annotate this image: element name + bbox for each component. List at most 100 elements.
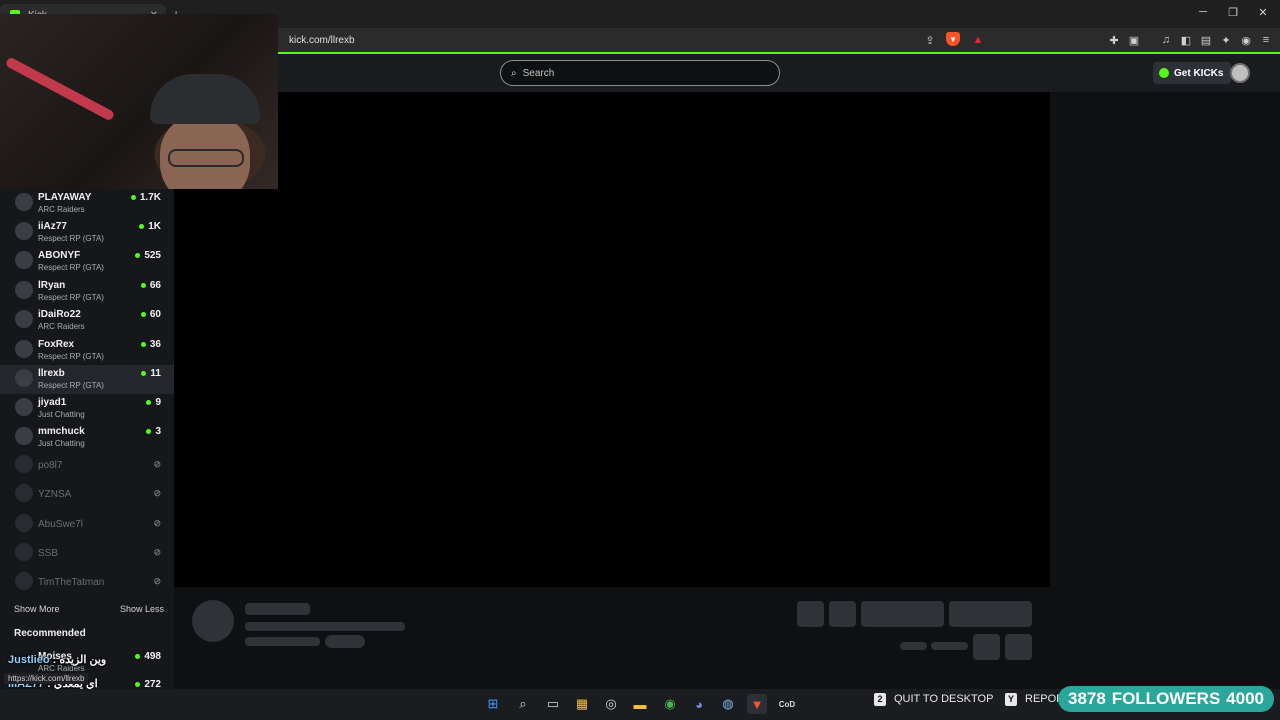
leo-ai-icon[interactable]: ✦ xyxy=(1218,32,1234,48)
live-dot-icon xyxy=(139,224,145,229)
quit-key: 2 xyxy=(874,692,886,706)
sidebar-channel[interactable]: lRyan Respect RP (GTA) 66 xyxy=(0,277,174,306)
channel-avatar xyxy=(15,484,33,502)
channel-avatar xyxy=(15,543,33,561)
task-view-icon[interactable]: ▭ xyxy=(543,694,563,714)
stat-placeholder xyxy=(900,642,927,650)
channel-category: ARC Raiders xyxy=(38,205,85,214)
menu-icon[interactable]: ≡ xyxy=(1258,32,1274,48)
channel-name: TimTheTatman xyxy=(38,577,105,588)
extensions-icon[interactable]: ✚ xyxy=(1106,32,1122,48)
close-window-icon[interactable]: ✕ xyxy=(1248,6,1278,19)
tag-placeholder xyxy=(325,635,365,648)
channel-avatar xyxy=(15,193,33,211)
channel-avatar xyxy=(15,572,33,590)
sidebar-channel[interactable]: iDaiRo22 ARC Raiders 60 xyxy=(0,306,174,335)
show-more-button[interactable]: Show More xyxy=(14,604,60,614)
channel-name: mmchuck xyxy=(38,426,85,437)
channel-category: Just Chatting xyxy=(38,410,85,419)
sidebar-channel[interactable]: FoxRex Respect RP (GTA) 36 xyxy=(0,336,174,365)
viewer-count-text: 498 xyxy=(144,651,161,662)
steam-icon[interactable]: ◍ xyxy=(718,694,738,714)
channel-avatar xyxy=(15,514,33,532)
followers-goal: 4000 xyxy=(1226,689,1264,708)
live-dot-icon xyxy=(140,283,146,288)
viewer-count-text: 36 xyxy=(149,339,161,350)
followers-current: 3878 xyxy=(1068,689,1106,708)
address-bar[interactable]: ⚙ kick.com/llrexb xyxy=(270,30,990,50)
sidebar-toggle-icon[interactable]: ◧ xyxy=(1178,32,1194,48)
minimize-icon[interactable]: ─ xyxy=(1188,6,1218,18)
viewer-count: 498 xyxy=(135,651,161,662)
action-placeholder xyxy=(861,601,944,627)
channel-name: lRyan xyxy=(38,280,66,291)
brave-rewards-icon[interactable]: ▲ xyxy=(970,32,986,48)
call-of-duty-icon[interactable]: CoD xyxy=(777,694,797,714)
get-kicks-button[interactable]: Get KICKs xyxy=(1153,62,1232,84)
report-key: Y xyxy=(1005,692,1017,706)
show-less-button[interactable]: Show Less xyxy=(120,604,164,614)
sidebar-channel[interactable]: iiAz77 Respect RP (GTA) 1K xyxy=(0,218,174,247)
channel-avatar xyxy=(15,281,33,299)
sidebar-channel[interactable]: po8l7 ⊘ xyxy=(0,451,174,480)
stream-info-area xyxy=(174,587,1050,689)
quit-label: QUIT TO DESKTOP xyxy=(894,693,994,705)
viewer-count: 3 xyxy=(146,426,161,437)
live-dot-icon xyxy=(135,654,141,659)
file-explorer-icon[interactable]: ▬ xyxy=(630,694,650,714)
sidebar-channel[interactable]: ABONYF Respect RP (GTA) 525 xyxy=(0,247,174,276)
viewer-count: 11 xyxy=(141,368,161,379)
chrome-icon[interactable]: ◉ xyxy=(660,694,680,714)
viewer-count: 525 xyxy=(135,250,161,261)
action-placeholder xyxy=(973,634,1000,660)
discord-icon[interactable]: ◕ xyxy=(689,694,709,714)
channel-avatar xyxy=(15,222,33,240)
stat-placeholder xyxy=(931,642,968,650)
sidebar-channel[interactable]: TimTheTatman ⊘ xyxy=(0,568,174,597)
search-input[interactable]: ⌕ Search xyxy=(500,60,780,86)
vpn-icon[interactable]: ◉ xyxy=(1238,32,1254,48)
live-dot-icon xyxy=(140,312,146,317)
live-dot-icon xyxy=(146,400,152,405)
sidebar-channel[interactable]: llrexb Respect RP (GTA) 11 xyxy=(0,365,174,394)
maximize-icon[interactable]: ❐ xyxy=(1218,6,1248,19)
status-bar-url: https://kick.com/llrexb xyxy=(4,673,89,684)
app-icon[interactable]: ◎ xyxy=(601,694,621,714)
sidebar-channel[interactable]: PLAYAWAY ARC Raiders 1.7K xyxy=(0,189,174,218)
chat-text: وين الزيده xyxy=(59,654,107,666)
chat-panel xyxy=(1050,92,1280,689)
share-icon[interactable]: ⇪ xyxy=(922,32,938,48)
channel-category: ARC Raiders xyxy=(38,322,85,331)
sidebar-channel[interactable]: mmchuck Just Chatting 3 xyxy=(0,423,174,452)
report-hint: Y REPOR xyxy=(1005,691,1064,707)
streamer-cap xyxy=(150,74,260,124)
viewer-count-text: 1.7K xyxy=(139,192,161,203)
sidebar-channel[interactable]: jiyad1 Just Chatting 9 xyxy=(0,394,174,423)
followers-goal-bar: 3878 FOLLOWERS 4000 xyxy=(1058,686,1274,712)
video-player[interactable] xyxy=(174,92,1050,587)
viewer-count: 66 xyxy=(140,280,161,291)
search-icon[interactable]: ⌕ xyxy=(513,694,533,714)
channel-category: Respect RP (GTA) xyxy=(38,381,104,390)
brave-icon[interactable]: ▼ xyxy=(747,694,767,714)
channel-avatar xyxy=(15,427,33,445)
channel-category: Respect RP (GTA) xyxy=(38,293,104,302)
store-icon[interactable]: ▦ xyxy=(572,694,592,714)
user-avatar[interactable] xyxy=(1230,63,1250,83)
start-icon[interactable]: ⊞ xyxy=(483,694,503,714)
live-dot-icon xyxy=(130,195,136,200)
brave-shield-icon[interactable]: ▼ xyxy=(946,32,960,46)
viewer-count-text: 66 xyxy=(149,280,161,291)
channel-avatar xyxy=(15,310,33,328)
streamer-avatar-placeholder xyxy=(192,600,234,642)
screenshot-icon[interactable]: ▣ xyxy=(1126,32,1142,48)
wallet-icon[interactable]: ▤ xyxy=(1198,32,1214,48)
sidebar-channel[interactable]: AbuSwe7l ⊘ xyxy=(0,510,174,539)
channel-category: Respect RP (GTA) xyxy=(38,234,104,243)
media-icon[interactable]: ♫ xyxy=(1158,32,1174,48)
sidebar-channel[interactable]: YZNSA ⊘ xyxy=(0,480,174,509)
sidebar-channel[interactable]: SSB ⊘ xyxy=(0,539,174,568)
action-placeholder xyxy=(1005,634,1032,660)
channel-category: Respect RP (GTA) xyxy=(38,352,104,361)
action-placeholder xyxy=(829,601,856,627)
